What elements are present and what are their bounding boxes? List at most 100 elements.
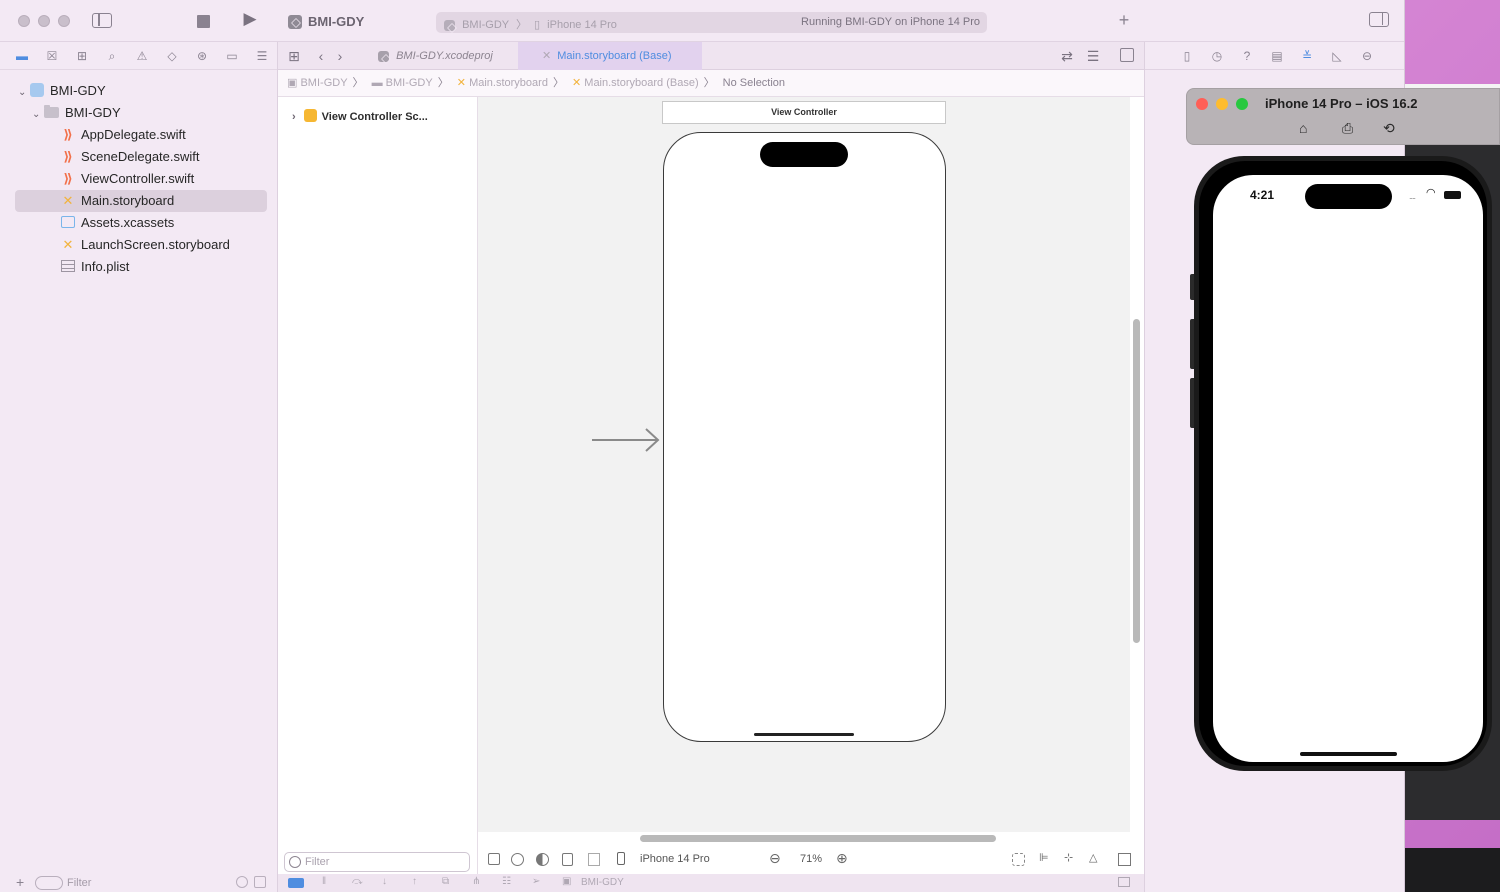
pause-icon[interactable]: ‖	[322, 876, 326, 887]
close-tab-icon[interactable]: ✕	[542, 50, 551, 62]
zoom-in-icon[interactable]: ⊕	[836, 850, 848, 867]
back-chevron-icon[interactable]: ‹	[316, 48, 326, 64]
forward-chevron-icon[interactable]: ›	[335, 48, 345, 64]
scene-title-bar[interactable]: View Controller	[662, 101, 946, 124]
chevron-down-icon[interactable]: ⌄	[32, 104, 44, 126]
resolve-issues-icon[interactable]: △	[1089, 851, 1097, 864]
device-frame[interactable]	[663, 132, 946, 742]
step-over-icon[interactable]: ⤼	[352, 876, 363, 887]
inspector-toggle-icon[interactable]	[1369, 12, 1389, 27]
recent-files-icon[interactable]	[236, 876, 248, 888]
grid-icon[interactable]: ⊞	[287, 48, 301, 64]
canvas-vertical-scrollbar[interactable]	[1133, 319, 1140, 643]
accessibility-icon[interactable]	[511, 853, 524, 866]
source-control-icon[interactable]: ☒	[44, 48, 60, 64]
layout-icon[interactable]	[588, 853, 600, 866]
run-icon[interactable]: ▶	[242, 10, 258, 29]
editor-options-icon[interactable]: ☰	[1085, 48, 1101, 64]
location-icon[interactable]: ➢	[532, 876, 540, 887]
volume-down-button[interactable]	[1190, 378, 1194, 428]
device-icon[interactable]	[617, 852, 625, 865]
tree-item-launchscreen[interactable]: ✕ LaunchScreen.storyboard	[61, 234, 230, 256]
device-config-button[interactable]: iPhone 14 Pro	[640, 853, 710, 865]
jump-item-base[interactable]: Main.storyboard (Base)	[584, 77, 698, 89]
breakpoint-icon[interactable]: ▭	[224, 48, 240, 64]
identity-inspector-icon[interactable]: ▤	[1269, 48, 1285, 64]
test-icon[interactable]: ◇	[164, 48, 180, 64]
volume-up-button[interactable]	[1190, 319, 1194, 369]
help-inspector-icon[interactable]: ?	[1239, 48, 1255, 64]
view-hierarchy-icon[interactable]: ⋔	[472, 876, 480, 887]
tree-item-info-plist[interactable]: Info.plist	[61, 256, 129, 278]
embed-in-icon[interactable]	[1118, 853, 1131, 866]
simulator-close-button[interactable]	[1196, 98, 1208, 110]
step-out-icon[interactable]: ↑	[412, 876, 417, 887]
find-icon[interactable]: ⌕	[104, 48, 120, 64]
minimize-window-button[interactable]	[38, 15, 50, 27]
size-inspector-icon[interactable]: ◺	[1329, 48, 1345, 64]
canvas-horizontal-scrollbar[interactable]	[640, 835, 996, 842]
folder-icon[interactable]: ▬	[14, 48, 30, 64]
screenshot-icon[interactable]: ⎙	[1342, 120, 1353, 137]
simulator-minimize-button[interactable]	[1216, 98, 1228, 110]
orientation-icon[interactable]	[562, 853, 573, 866]
simulator-zoom-button[interactable]	[1236, 98, 1248, 110]
rotate-icon[interactable]: ⟲	[1383, 120, 1395, 137]
chevron-right-icon[interactable]: ›	[292, 111, 296, 123]
issue-icon[interactable]: ⚠	[134, 48, 150, 64]
silent-switch[interactable]	[1190, 274, 1194, 300]
stop-icon[interactable]	[197, 15, 210, 28]
tab-xcodeproj[interactable]: BMI-GDY.xcodeproj	[378, 42, 516, 70]
jump-bar[interactable]: ▣ BMI-GDY 〉 ▬ BMI-GDY 〉 ✕ Main.storyboard 〉…	[278, 70, 1144, 97]
filter-options-icon[interactable]	[35, 876, 63, 890]
step-into-icon[interactable]: ↓	[382, 876, 387, 887]
outline-filter-input[interactable]: Filter	[284, 852, 470, 872]
entry-point-arrow-icon[interactable]	[592, 425, 660, 455]
zoom-window-button[interactable]	[58, 15, 70, 27]
outline-item-view-controller-scene[interactable]: › View Controller Sc...	[292, 109, 428, 123]
attributes-inspector-icon[interactable]: ≚	[1299, 48, 1315, 64]
memory-graph-icon[interactable]: ⧉	[442, 876, 449, 887]
simulator-screen[interactable]: 4:21 .... ◠	[1213, 175, 1483, 762]
environment-icon[interactable]: ☷	[502, 876, 511, 887]
tree-item-appdelegate[interactable]: ⟫ AppDelegate.swift	[61, 124, 185, 146]
jump-item-selection[interactable]: No Selection	[723, 77, 785, 89]
sidebar-toggle-icon[interactable]	[92, 13, 112, 28]
history-inspector-icon[interactable]: ◷	[1209, 48, 1225, 64]
tree-item-scenedelegate[interactable]: ⟫ SceneDelegate.swift	[61, 146, 199, 168]
tree-item-group[interactable]: ⌄ BMI-GDY	[32, 102, 121, 124]
console-toggle-icon[interactable]	[288, 878, 304, 888]
add-icon[interactable]: +	[1116, 11, 1132, 29]
tab-main-storyboard[interactable]: ✕ Main.storyboard (Base)	[518, 42, 702, 70]
jump-item-file[interactable]: Main.storyboard	[469, 77, 548, 89]
appearance-icon[interactable]	[536, 853, 549, 866]
outline-toggle-icon[interactable]	[488, 853, 500, 865]
modified-files-icon[interactable]	[254, 876, 266, 888]
close-window-button[interactable]	[18, 15, 30, 27]
debug-icon[interactable]: ⊛	[194, 48, 210, 64]
tree-item-viewcontroller[interactable]: ⟫ ViewController.swift	[61, 168, 194, 190]
file-inspector-icon[interactable]: ▯	[1179, 48, 1195, 64]
report-icon[interactable]: ☰	[254, 48, 270, 64]
zoom-out-icon[interactable]: ⊖	[769, 850, 781, 867]
tree-item-main-storyboard[interactable]: ✕ Main.storyboard	[61, 190, 175, 212]
tree-item-assets[interactable]: Assets.xcassets	[61, 212, 174, 234]
home-icon[interactable]: ⌂	[1299, 120, 1307, 136]
symbol-icon[interactable]: ⊞	[74, 48, 90, 64]
navigator-filter-input[interactable]: Filter	[67, 877, 91, 889]
jump-item-project[interactable]: BMI-GDY	[300, 77, 347, 89]
align-icon[interactable]: ⊫	[1039, 851, 1049, 864]
related-items-icon[interactable]: ⇄	[1060, 48, 1074, 64]
chevron-down-icon[interactable]: ⌄	[18, 82, 30, 104]
connections-inspector-icon[interactable]: ⊖	[1359, 48, 1375, 64]
activity-view[interactable]: BMI-GDY 〉 ▯ iPhone 14 Pro Running BMI-GD…	[436, 12, 987, 33]
debug-area-toggle-icon[interactable]	[1118, 877, 1130, 887]
tree-item-project[interactable]: ⌄ BMI-GDY	[18, 80, 106, 102]
jump-item-group[interactable]: BMI-GDY	[386, 77, 433, 89]
storyboard-canvas[interactable]: View Controller	[478, 97, 1130, 832]
add-file-icon[interactable]: +	[16, 874, 24, 890]
update-frames-icon[interactable]	[1012, 853, 1025, 866]
add-constraints-icon[interactable]: ⊹	[1064, 851, 1073, 864]
split-editor-icon[interactable]	[1120, 48, 1134, 62]
scheme-selector[interactable]: BMI-GDY 〉 ▯ iPhone 14 Pro	[444, 16, 617, 32]
